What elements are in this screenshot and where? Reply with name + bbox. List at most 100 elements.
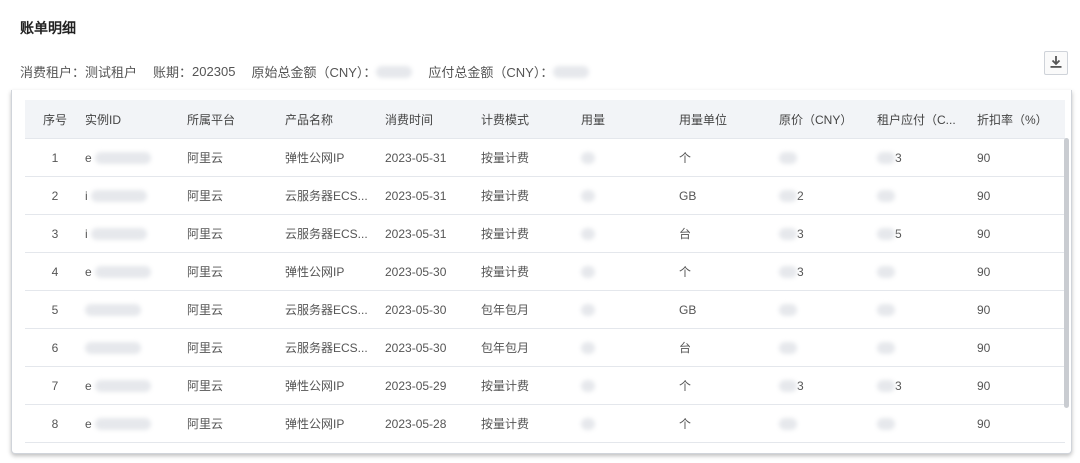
table-row[interactable]: 4e 阿里云 弹性公网IP 2023-05-30 按量计费 个 3 90 <box>25 252 1065 291</box>
price-suffix: 3 <box>797 378 804 393</box>
row-product: 云服务器ECS... <box>285 176 385 215</box>
row-index: 6 <box>25 328 85 367</box>
row-usage-unit: 台 <box>679 214 779 253</box>
table-row[interactable]: 7e 阿里云 弹性公网IP 2023-05-29 按量计费 个 3 3 90 <box>25 366 1065 405</box>
row-instance-id: e <box>85 366 187 405</box>
row-billing-mode: 包年包月 <box>481 328 581 367</box>
row-instance-id: e <box>85 138 187 177</box>
row-time: 2023-05-30 <box>385 290 481 329</box>
original-total-label: 原始总金额（CNY）： <box>251 65 377 80</box>
instance-id-prefix: e <box>85 150 92 165</box>
row-index: 1 <box>25 138 85 177</box>
instance-id-redacted <box>95 266 152 279</box>
row-platform: 阿里云 <box>187 328 285 367</box>
row-original-price <box>779 404 877 443</box>
payable-suffix: 3 <box>895 150 902 165</box>
col-index: 序号 <box>25 100 85 139</box>
row-usage-unit: GB <box>679 290 779 329</box>
col-time: 消费时间 <box>385 100 481 139</box>
row-time: 2023-05-31 <box>385 138 481 177</box>
row-instance-id: e <box>85 252 187 291</box>
row-billing-mode: 按量计费 <box>481 214 581 253</box>
col-tenant-payable: 租户应付（C... <box>877 100 977 139</box>
row-index: 8 <box>25 404 85 443</box>
row-product: 弹性公网IP <box>285 366 385 405</box>
payable-redacted <box>877 266 895 279</box>
row-tenant-payable: 3 <box>877 138 977 177</box>
instance-id-prefix: e <box>85 416 92 431</box>
tenant-label: 消费租户： <box>20 65 86 80</box>
payable-suffix: 3 <box>895 378 902 393</box>
row-index: 4 <box>25 252 85 291</box>
row-original-price <box>779 290 877 329</box>
row-usage-unit: 个 <box>679 366 779 405</box>
col-usage-unit: 用量单位 <box>679 100 779 139</box>
price-redacted <box>779 190 797 203</box>
payable-suffix: 5 <box>895 226 902 241</box>
usage-redacted <box>581 380 595 393</box>
usage-redacted <box>581 418 595 431</box>
row-platform: 阿里云 <box>187 252 285 291</box>
instance-id-prefix: e <box>85 378 92 393</box>
table-row[interactable]: 3i 阿里云 云服务器ECS... 2023-05-31 按量计费台 3 5 90 <box>25 214 1065 253</box>
payable-redacted <box>877 228 895 241</box>
download-button[interactable] <box>1044 51 1068 75</box>
row-platform: 阿里云 <box>187 214 285 253</box>
row-billing-mode: 按量计费 <box>481 404 581 443</box>
usage-redacted <box>581 266 595 279</box>
table-scrollbar[interactable] <box>1064 138 1069 408</box>
usage-redacted <box>581 228 595 241</box>
bill-table: 序号 实例ID 所属平台 产品名称 消费时间 计费模式 用量 用量单位 原价（C… <box>25 100 1065 443</box>
table-row[interactable]: 2i 阿里云 云服务器ECS... 2023-05-31 按量计费 GB 2 90 <box>25 176 1065 215</box>
row-tenant-payable: 5 <box>877 214 977 253</box>
col-original-price: 原价（CNY） <box>779 100 877 139</box>
row-tenant-payable <box>877 290 977 329</box>
payable-redacted <box>877 380 895 393</box>
row-discount: 90 <box>977 404 1065 443</box>
col-usage: 用量 <box>581 100 679 139</box>
row-platform: 阿里云 <box>187 366 285 405</box>
instance-id-redacted <box>95 152 152 165</box>
row-usage-unit: 个 <box>679 404 779 443</box>
instance-id-redacted <box>91 190 148 203</box>
instance-id-prefix: e <box>85 264 92 279</box>
table-row[interactable]: 1e 阿里云 弹性公网IP 2023-05-31 按量计费 个 3 90 <box>25 138 1065 177</box>
table-row[interactable]: 5 阿里云 云服务器ECS... 2023-05-30 包年包月 GB 90 <box>25 290 1065 329</box>
price-suffix: 3 <box>797 226 804 241</box>
row-usage <box>581 290 679 329</box>
instance-id-redacted <box>85 342 141 355</box>
price-redacted <box>779 228 797 241</box>
row-time: 2023-05-31 <box>385 214 481 253</box>
price-redacted <box>779 418 797 431</box>
bill-summary: 消费租户： 测试租户 账期： 202305 原始总金额（CNY）： 应付总金额（… <box>20 62 605 81</box>
row-time: 2023-05-31 <box>385 176 481 215</box>
row-billing-mode: 按量计费 <box>481 252 581 291</box>
period-value: 202305 <box>192 64 236 79</box>
payable-redacted <box>877 342 895 355</box>
price-redacted <box>779 304 797 317</box>
row-original-price: 3 <box>779 252 877 291</box>
col-billing-mode: 计费模式 <box>481 100 581 139</box>
original-total-redacted <box>376 65 413 78</box>
row-usage <box>581 404 679 443</box>
col-instance-id: 实例ID <box>85 100 187 139</box>
col-platform: 所属平台 <box>187 100 285 139</box>
usage-redacted <box>581 304 595 317</box>
row-original-price: 3 <box>779 214 877 253</box>
row-discount: 90 <box>977 366 1065 405</box>
price-suffix: 3 <box>797 264 804 279</box>
row-billing-mode: 按量计费 <box>481 176 581 215</box>
row-platform: 阿里云 <box>187 176 285 215</box>
usage-redacted <box>581 342 595 355</box>
instance-id-prefix: i <box>85 188 88 203</box>
table-row[interactable]: 6 阿里云 云服务器ECS... 2023-05-30 包年包月 台 90 <box>25 328 1065 367</box>
table-row[interactable]: 8e 阿里云 弹性公网IP 2023-05-28 按量计费 个 90 <box>25 404 1065 443</box>
row-instance-id <box>85 290 187 329</box>
row-discount: 90 <box>977 290 1065 329</box>
row-index: 2 <box>25 176 85 215</box>
row-product: 弹性公网IP <box>285 252 385 291</box>
row-platform: 阿里云 <box>187 290 285 329</box>
row-usage <box>581 214 679 253</box>
instance-id-redacted <box>85 304 141 317</box>
row-product: 弹性公网IP <box>285 404 385 443</box>
